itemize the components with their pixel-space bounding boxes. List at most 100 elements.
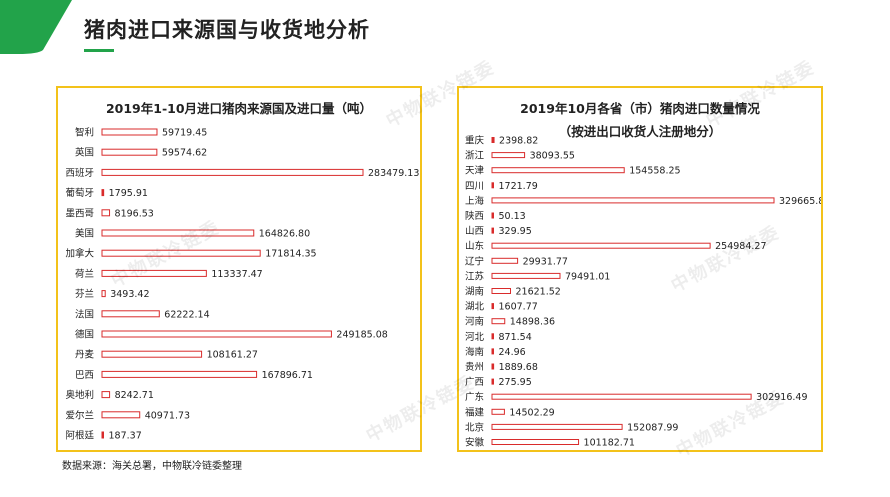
bar — [491, 288, 511, 294]
value-label: 3493.42 — [110, 289, 149, 300]
left-bar-chart: 智利 59719.45 英国 59574.62 西班牙 283479.13 葡萄牙 1795.… — [65, 127, 419, 442]
value-label: 29931.77 — [523, 256, 568, 267]
category-label: 福建 — [465, 406, 485, 418]
value-label: 101182.71 — [584, 438, 635, 449]
category-label: 广东 — [465, 391, 484, 403]
bar — [101, 350, 203, 358]
value-label: 40971.73 — [145, 410, 190, 421]
category-label: 海南 — [465, 346, 484, 358]
value-label: 275.95 — [499, 377, 532, 388]
bar — [491, 333, 494, 340]
bar — [101, 330, 332, 338]
value-label: 329665.89 — [779, 196, 821, 207]
bar — [491, 303, 494, 310]
category-label: 葡萄牙 — [65, 187, 94, 199]
bar — [491, 212, 494, 219]
category-label: 英国 — [75, 147, 94, 159]
value-label: 59719.45 — [162, 128, 207, 139]
category-label: 四川 — [465, 181, 484, 192]
category-label: 墨西哥 — [65, 208, 94, 219]
bar — [101, 249, 261, 257]
category-label: 美国 — [75, 228, 94, 240]
value-label: 59574.62 — [162, 148, 207, 159]
category-label: 陕西 — [465, 210, 484, 222]
category-label: 天津 — [465, 166, 485, 177]
value-label: 14502.29 — [509, 407, 554, 418]
left-chart-panel: 2019年1-10月进口猪肉来源国及进口量（吨） 智利 59719.45 英国 595… — [56, 86, 422, 452]
value-label: 164826.80 — [259, 229, 310, 240]
bar — [101, 431, 104, 439]
value-label: 283479.13 — [368, 168, 419, 179]
value-label: 1795.91 — [109, 188, 148, 199]
bar — [491, 197, 775, 204]
right-chart-panel: 2019年10月各省（市）猪肉进口数量情况 （按进出口收货人注册地分） 重庆 23… — [457, 86, 823, 452]
category-label: 河北 — [465, 331, 485, 343]
bar — [101, 189, 105, 197]
category-label: 安徽 — [465, 437, 485, 449]
category-label: 湖北 — [465, 302, 485, 313]
value-label: 79491.01 — [565, 271, 610, 282]
value-label: 871.54 — [499, 332, 532, 343]
value-label: 38093.55 — [530, 151, 575, 162]
value-label: 171814.35 — [265, 249, 316, 260]
value-label: 1721.79 — [499, 181, 538, 192]
bar — [491, 439, 580, 445]
bar — [491, 167, 625, 174]
category-label: 阿根廷 — [65, 430, 94, 442]
bar — [491, 363, 495, 370]
value-label: 1607.77 — [499, 302, 538, 313]
bar — [101, 209, 111, 217]
value-label: 302916.49 — [756, 392, 807, 403]
bar — [101, 370, 258, 378]
category-label: 重庆 — [465, 135, 485, 147]
category-label: 上海 — [465, 195, 485, 207]
category-label: 浙江 — [465, 150, 485, 162]
value-label: 167896.71 — [262, 370, 313, 381]
category-label: 荷兰 — [75, 268, 94, 280]
value-label: 8196.53 — [115, 208, 154, 219]
value-label: 2398.82 — [499, 136, 538, 147]
value-label: 21621.52 — [515, 287, 560, 298]
value-label: 8242.71 — [115, 390, 154, 401]
value-label: 14898.36 — [510, 317, 555, 328]
category-label: 山西 — [465, 226, 484, 237]
value-label: 24.96 — [499, 347, 526, 358]
category-label: 辽宁 — [465, 255, 484, 267]
category-label: 湖南 — [465, 286, 484, 298]
bar — [101, 411, 141, 419]
bar — [101, 391, 111, 399]
category-label: 丹麦 — [75, 349, 95, 361]
category-label: 北京 — [465, 421, 484, 433]
source-note: 数据来源：海关总署，中物联冷链委整理 — [62, 461, 242, 472]
category-label: 山东 — [465, 240, 484, 252]
category-label: 智利 — [75, 127, 94, 139]
bar — [101, 290, 106, 298]
bar — [491, 393, 752, 400]
value-label: 62222.14 — [164, 309, 209, 320]
bar — [101, 229, 255, 237]
category-label: 奥地利 — [65, 389, 94, 401]
bar — [101, 148, 158, 156]
category-label: 贵州 — [465, 361, 484, 373]
bar — [101, 128, 158, 136]
bar — [491, 272, 561, 279]
bar — [491, 242, 711, 249]
bar — [491, 318, 506, 325]
bar — [101, 310, 160, 318]
value-label: 254984.27 — [715, 241, 766, 252]
value-label: 154558.25 — [629, 166, 680, 177]
value-label: 329.95 — [499, 226, 532, 237]
category-label: 广西 — [465, 376, 484, 388]
category-label: 江苏 — [465, 270, 485, 282]
bar — [101, 168, 364, 176]
bar — [491, 257, 519, 264]
category-label: 法国 — [75, 308, 94, 320]
bar — [491, 378, 494, 385]
green-accent-shape — [0, 0, 72, 54]
value-label: 1889.68 — [499, 362, 538, 373]
bar — [491, 423, 623, 430]
bar — [491, 408, 505, 415]
right-bar-chart: 重庆 2398.82 浙江 38093.55 天津 154558.25 四川 1721.79 上… — [465, 135, 821, 449]
bar — [491, 348, 494, 355]
category-label: 芬兰 — [75, 288, 94, 300]
